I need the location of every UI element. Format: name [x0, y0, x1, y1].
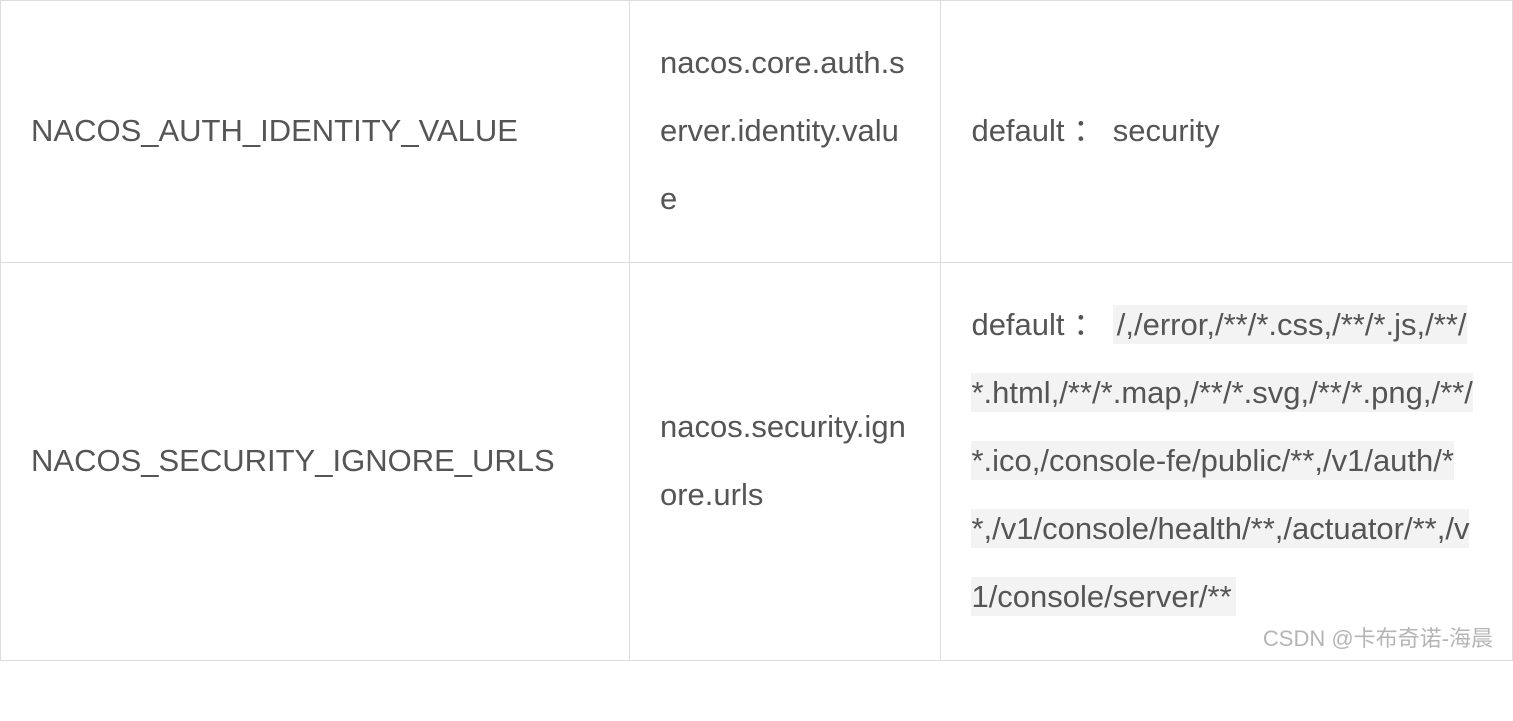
- description-cell: default ： security: [941, 1, 1513, 263]
- desc-plain: security: [1113, 113, 1220, 148]
- description-cell: default ： /,/error,/**/*.css,/**/*.js,/*…: [941, 262, 1513, 660]
- desc-prefix: default ：: [971, 113, 1104, 148]
- desc-prefix: default ：: [971, 307, 1104, 342]
- property-cell: nacos.security.ignore.urls: [629, 262, 940, 660]
- property-cell: nacos.core.auth.server.identity.value: [629, 1, 940, 263]
- env-name-cell: NACOS_SECURITY_IGNORE_URLS: [1, 262, 630, 660]
- desc-code: /,/error,/**/*.css,/**/*.js,/**/*.html,/…: [971, 305, 1472, 617]
- table-row: NACOS_AUTH_IDENTITY_VALUE nacos.core.aut…: [1, 1, 1513, 263]
- env-name-cell: NACOS_AUTH_IDENTITY_VALUE: [1, 1, 630, 263]
- config-table: NACOS_AUTH_IDENTITY_VALUE nacos.core.aut…: [0, 0, 1513, 661]
- table-row: NACOS_SECURITY_IGNORE_URLS nacos.securit…: [1, 262, 1513, 660]
